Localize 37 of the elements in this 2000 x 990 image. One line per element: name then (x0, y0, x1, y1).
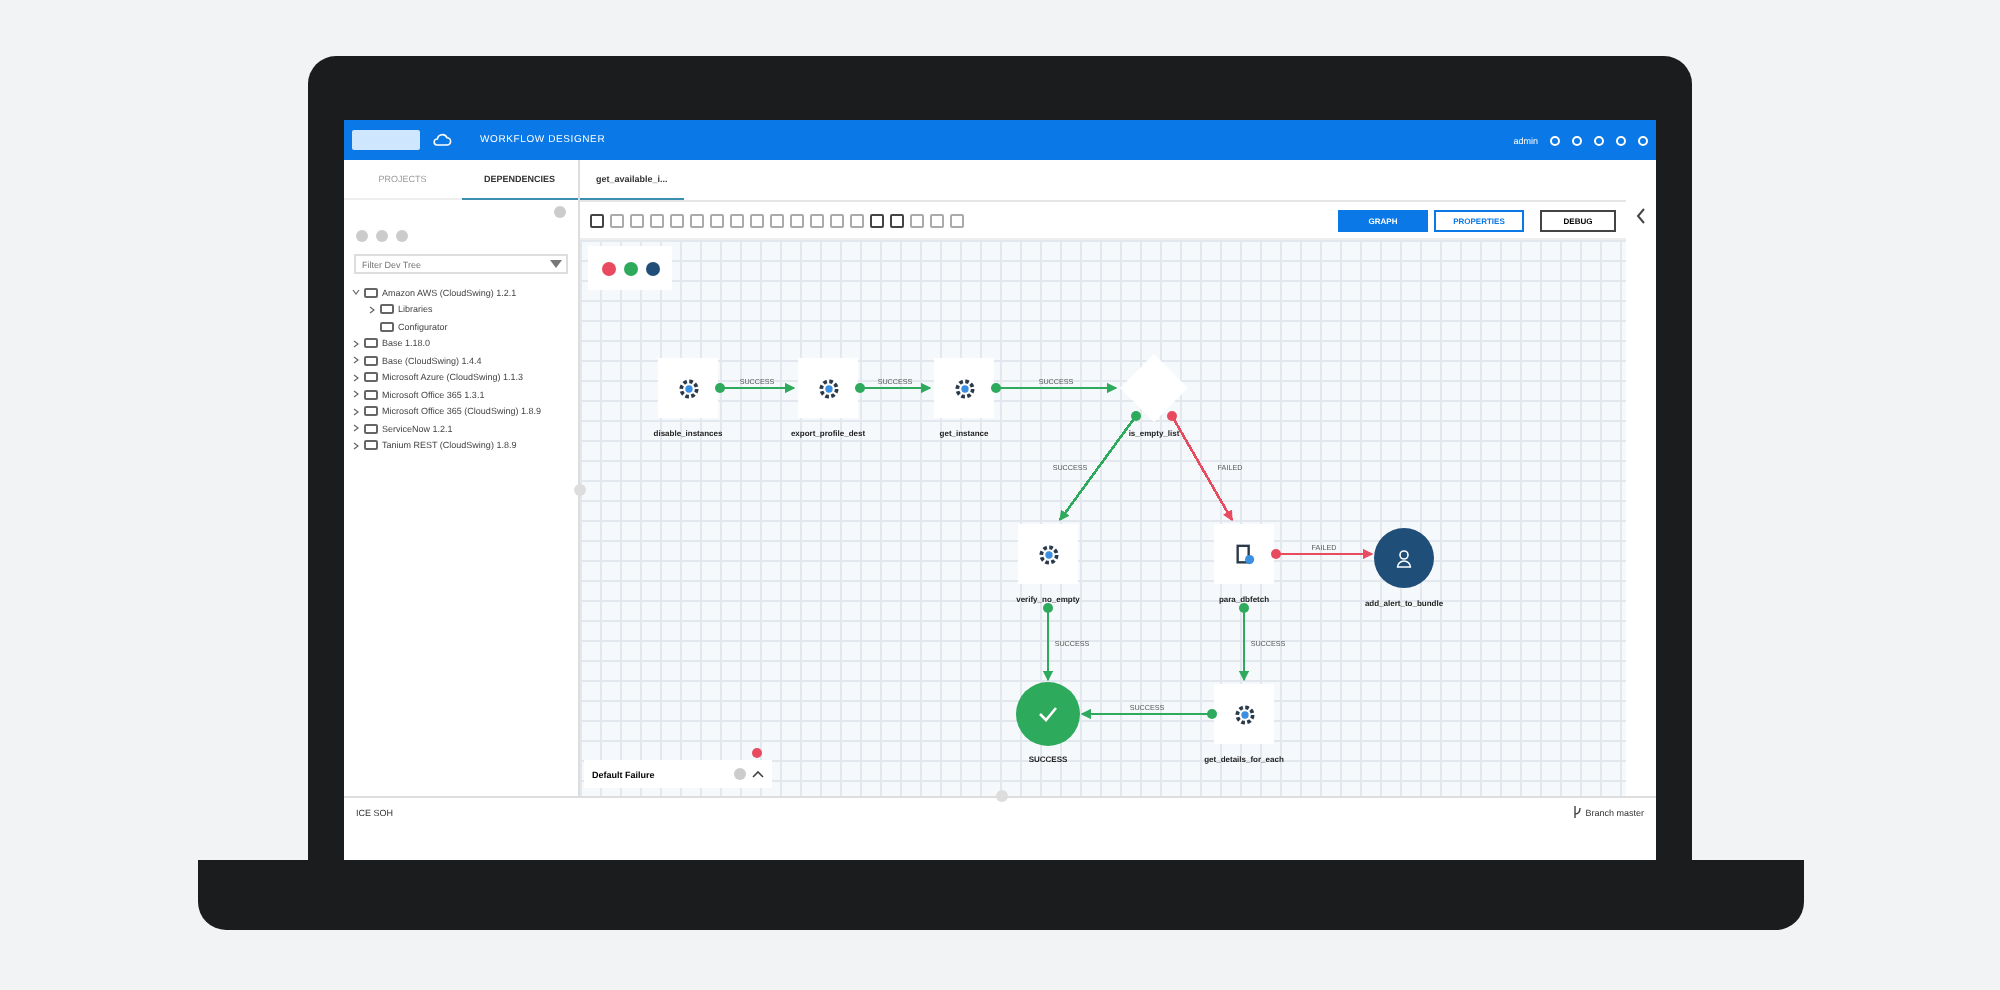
caret-icon[interactable] (352, 288, 360, 297)
task-node[interactable] (1214, 524, 1274, 584)
filter-icon[interactable] (550, 260, 562, 268)
collapse-handle[interactable] (574, 484, 586, 496)
chevron-left-icon[interactable] (1636, 208, 1646, 224)
task-node[interactable] (934, 358, 994, 418)
user-node[interactable] (1374, 528, 1434, 588)
check-icon (1038, 706, 1058, 722)
gear-icon (1233, 703, 1255, 725)
branch-icon (1571, 806, 1582, 818)
person-icon (1396, 549, 1412, 567)
caret-icon[interactable] (352, 373, 360, 382)
gear-icon (1037, 543, 1059, 565)
status-dot[interactable] (645, 261, 659, 275)
cloud-icon (432, 130, 452, 150)
gear-icon (677, 377, 699, 399)
document-icon (1233, 543, 1255, 565)
gear-icon (953, 377, 975, 399)
status-dot[interactable] (623, 261, 637, 275)
caret-icon[interactable] (352, 390, 360, 399)
task-node[interactable] (658, 358, 718, 418)
chevron-up-icon[interactable] (752, 770, 764, 778)
caret-icon[interactable] (352, 441, 360, 450)
task-node[interactable] (1018, 524, 1078, 584)
caret-icon[interactable] (352, 424, 360, 433)
success-node[interactable] (1016, 682, 1080, 746)
notification-badge (752, 748, 762, 758)
caret-icon[interactable] (352, 407, 360, 416)
task-node[interactable] (798, 358, 858, 418)
caret-icon[interactable] (352, 339, 360, 348)
gear-icon (817, 377, 839, 399)
status-dot[interactable] (601, 261, 615, 275)
caret-icon[interactable] (368, 305, 376, 314)
decision-node[interactable] (1120, 354, 1188, 422)
caret-icon[interactable] (352, 356, 360, 365)
task-node[interactable] (1214, 684, 1274, 744)
resize-handle[interactable] (996, 790, 1008, 802)
